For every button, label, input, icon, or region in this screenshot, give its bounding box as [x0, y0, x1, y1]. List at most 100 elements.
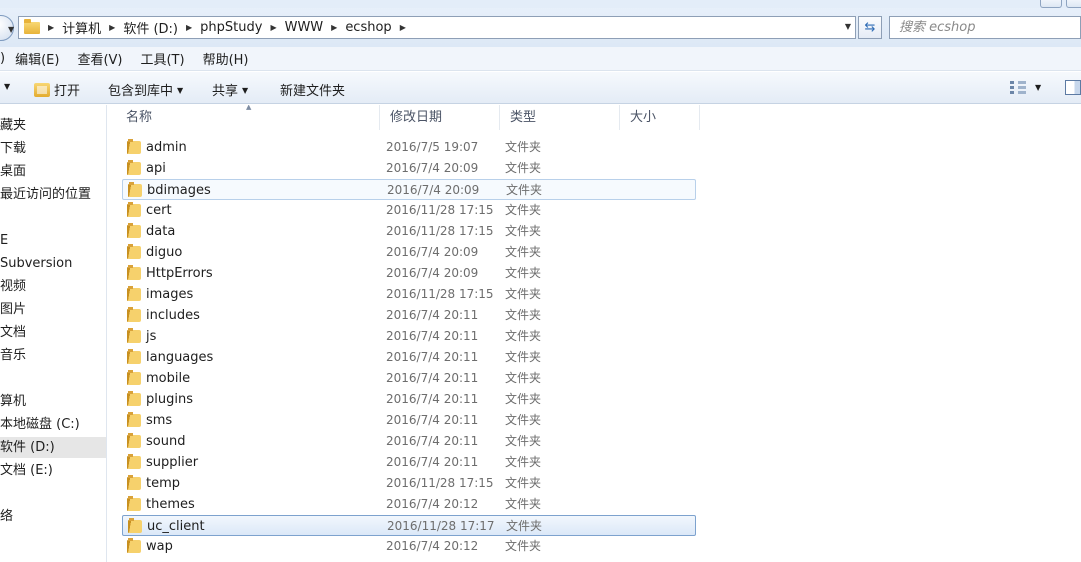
search-input[interactable]: 搜索 ecshop — [889, 16, 1081, 39]
nav-libraries[interactable]: E — [0, 230, 8, 251]
table-row[interactable]: mobile 2016/7/4 20:11 文件夹 — [122, 368, 696, 389]
folder-icon — [127, 433, 141, 448]
nav-drive-c[interactable]: 本地磁盘 (C:) — [0, 414, 80, 435]
table-row[interactable]: cert 2016/11/28 17:15 文件夹 — [122, 200, 696, 221]
table-row[interactable]: images 2016/11/28 17:15 文件夹 — [122, 284, 696, 305]
nav-recent-places[interactable]: 最近访问的位置 — [0, 184, 91, 205]
breadcrumb-phpstudy[interactable]: phpStudy — [200, 20, 262, 35]
table-row[interactable]: diguo 2016/7/4 20:09 文件夹 — [122, 242, 696, 263]
table-row[interactable]: wap 2016/7/4 20:12 文件夹 — [122, 536, 696, 557]
table-row[interactable]: plugins 2016/7/4 20:11 文件夹 — [122, 389, 696, 410]
table-row[interactable]: sound 2016/7/4 20:11 文件夹 — [122, 431, 696, 452]
new-folder-button[interactable]: 新建文件夹 — [280, 80, 345, 99]
folder-icon — [127, 307, 141, 322]
menu-file[interactable]: ) — [0, 51, 5, 66]
file-type: 文件夹 — [505, 539, 542, 553]
nav-pictures[interactable]: 图片 — [0, 299, 26, 320]
table-row[interactable]: supplier 2016/7/4 20:11 文件夹 — [122, 452, 696, 473]
nav-downloads[interactable]: 下载 — [0, 138, 26, 159]
menu-bar: ) 编辑(E) 查看(V) 工具(T) 帮助(H) — [0, 47, 1081, 71]
file-name: data — [146, 224, 176, 239]
folder-icon — [128, 518, 142, 533]
chevron-right-icon[interactable]: ▶ — [109, 23, 115, 32]
folder-icon — [127, 160, 141, 175]
address-bar-row: ▼ ▶ 计算机 ▶ 软件 (D:) ▶ phpStudy ▶ WWW ▶ ecs… — [0, 0, 1081, 52]
table-row[interactable]: admin 2016/7/5 19:07 文件夹 — [122, 137, 696, 158]
file-date: 2016/7/4 20:09 — [386, 161, 479, 175]
file-date: 2016/7/5 19:07 — [386, 140, 479, 154]
file-date: 2016/7/4 20:12 — [386, 539, 479, 553]
nav-documents[interactable]: 文档 — [0, 322, 26, 343]
share-label: 共享 — [212, 84, 239, 99]
recent-pages-dropdown-icon[interactable]: ▼ — [8, 25, 14, 34]
column-header-name[interactable]: 名称 — [116, 105, 380, 130]
breadcrumb-www[interactable]: WWW — [285, 20, 324, 35]
preview-pane-icon[interactable] — [1065, 80, 1081, 95]
open-button[interactable]: 打开 — [34, 80, 80, 99]
chevron-down-icon[interactable]: ▼ — [845, 22, 851, 31]
file-name: uc_client — [147, 519, 205, 534]
chevron-right-icon[interactable]: ▶ — [331, 23, 337, 32]
file-type: 文件夹 — [505, 161, 542, 175]
table-row[interactable]: js 2016/7/4 20:11 文件夹 — [122, 326, 696, 347]
file-name: wap — [146, 539, 173, 554]
file-name: cert — [146, 203, 172, 218]
folder-icon — [127, 244, 141, 259]
breadcrumb-drive-d[interactable]: 软件 (D:) — [123, 18, 178, 37]
navigation-pane: 藏夹 下载 桌面 最近访问的位置 E Subversion 视频 图片 文档 音… — [0, 105, 107, 562]
chevron-right-icon[interactable]: ▶ — [48, 23, 54, 32]
chevron-right-icon[interactable]: ▶ — [270, 23, 276, 32]
folder-icon — [127, 391, 141, 406]
nav-videos[interactable]: 视频 — [0, 276, 26, 297]
file-type: 文件夹 — [505, 245, 542, 259]
table-row[interactable]: temp 2016/11/28 17:15 文件夹 — [122, 473, 696, 494]
file-date: 2016/7/4 20:11 — [386, 329, 479, 343]
table-row[interactable]: sms 2016/7/4 20:11 文件夹 — [122, 410, 696, 431]
nav-drive-d[interactable]: 软件 (D:) — [0, 437, 106, 458]
file-name: admin — [146, 140, 187, 155]
maximize-button[interactable] — [1066, 0, 1081, 8]
share-button[interactable]: 共享 ▼ — [212, 80, 248, 99]
breadcrumb-ecshop[interactable]: ecshop — [345, 20, 391, 35]
file-list: ▲ 名称 修改日期 类型 大小 admin 2016/7/5 19:07 文件夹 ap… — [108, 105, 1081, 562]
file-type: 文件夹 — [505, 413, 542, 427]
file-type: 文件夹 — [505, 350, 542, 364]
nav-favorites[interactable]: 藏夹 — [0, 115, 26, 136]
chevron-right-icon[interactable]: ▶ — [186, 23, 192, 32]
include-in-library-button[interactable]: 包含到库中 ▼ — [108, 80, 183, 99]
table-row[interactable]: bdimages 2016/7/4 20:09 文件夹 — [122, 179, 696, 200]
chevron-right-icon[interactable]: ▶ — [400, 23, 406, 32]
table-row[interactable]: data 2016/11/28 17:15 文件夹 — [122, 221, 696, 242]
menu-help[interactable]: 帮助(H) — [203, 49, 249, 68]
column-header-size[interactable]: 大小 — [620, 105, 700, 130]
column-header-date[interactable]: 修改日期 — [380, 105, 500, 130]
view-options-icon[interactable] — [1010, 81, 1026, 94]
table-row[interactable]: uc_client 2016/11/28 17:17 文件夹 — [122, 515, 696, 536]
file-name: api — [146, 161, 166, 176]
file-date: 2016/7/4 20:11 — [386, 455, 479, 469]
chevron-down-icon[interactable]: ▼ — [1035, 83, 1041, 92]
nav-drive-e[interactable]: 文档 (E:) — [0, 460, 53, 481]
menu-edit[interactable]: 编辑(E) — [15, 49, 59, 68]
table-row[interactable]: api 2016/7/4 20:09 文件夹 — [122, 158, 696, 179]
organize-caret-icon[interactable]: ▼ — [0, 80, 10, 95]
address-field[interactable]: ▶ 计算机 ▶ 软件 (D:) ▶ phpStudy ▶ WWW ▶ ecsho… — [18, 16, 856, 39]
refresh-button[interactable]: ⇆ — [858, 16, 882, 39]
file-name: js — [146, 329, 157, 344]
file-date: 2016/7/4 20:11 — [386, 434, 479, 448]
menu-tools[interactable]: 工具(T) — [140, 49, 184, 68]
nav-subversion[interactable]: Subversion — [0, 253, 72, 274]
menu-view[interactable]: 查看(V) — [77, 49, 122, 68]
column-header-type[interactable]: 类型 — [500, 105, 620, 130]
breadcrumb-computer[interactable]: 计算机 — [62, 18, 101, 37]
table-row[interactable]: HttpErrors 2016/7/4 20:09 文件夹 — [122, 263, 696, 284]
nav-music[interactable]: 音乐 — [0, 345, 26, 366]
nav-network[interactable]: 络 — [0, 506, 13, 527]
table-row[interactable]: includes 2016/7/4 20:11 文件夹 — [122, 305, 696, 326]
table-row[interactable]: languages 2016/7/4 20:11 文件夹 — [122, 347, 696, 368]
nav-computer[interactable]: 算机 — [0, 391, 26, 412]
file-name: HttpErrors — [146, 266, 213, 281]
minimize-button[interactable] — [1040, 0, 1062, 8]
nav-desktop[interactable]: 桌面 — [0, 161, 26, 182]
table-row[interactable]: themes 2016/7/4 20:12 文件夹 — [122, 494, 696, 515]
